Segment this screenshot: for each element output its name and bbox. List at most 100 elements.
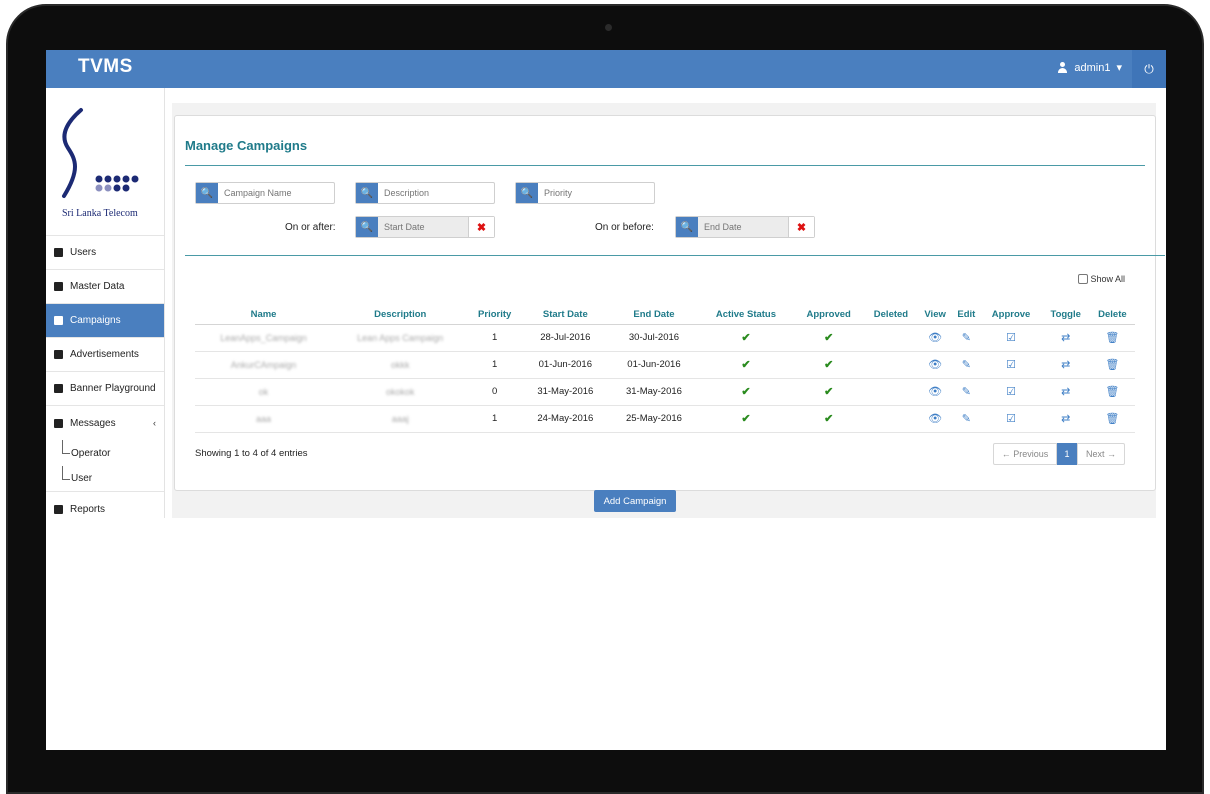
toggle-icon[interactable]: ⇄ <box>1041 351 1090 379</box>
sidebar-item-campaigns[interactable]: Campaigns <box>46 304 164 338</box>
cell-priority: 1 <box>468 405 521 433</box>
next-page-button[interactable]: Next → <box>1077 443 1125 465</box>
username: admin1 <box>1074 61 1111 74</box>
sidebar: Sri Lanka Telecom Users Master Data Camp… <box>46 88 165 518</box>
cell-end-date: 25-May-2016 <box>609 405 699 433</box>
start-date-input[interactable] <box>378 217 463 237</box>
pagination: ← Previous 1 Next → <box>993 443 1125 465</box>
toggle-icon[interactable]: ⇄ <box>1041 405 1090 433</box>
trash-icon[interactable]: 🗑 <box>1089 378 1135 406</box>
wrench-icon <box>54 384 63 393</box>
pencil-icon[interactable]: ✎ <box>952 324 981 352</box>
sidebar-item-banner-playground[interactable]: Banner Playground <box>46 372 164 406</box>
cell-deleted <box>863 378 919 406</box>
start-date-filter: 🔍 ✖ <box>355 216 495 238</box>
power-icon: ⏻ <box>1144 61 1154 76</box>
campaign-name-input[interactable] <box>218 183 328 203</box>
add-campaign-button[interactable]: Add Campaign <box>594 490 676 512</box>
cell-end-date: 30-Jul-2016 <box>609 324 699 352</box>
sidebar-item-label: Campaigns <box>70 315 121 326</box>
navbar: TVMS admin1 ▾ ⏻ <box>46 50 1166 88</box>
table-row: AnkurCAmpaign okkk 1 01-Jun-2016 01-Jun-… <box>195 351 1135 379</box>
show-all-label: Show All <box>1090 274 1125 284</box>
toggle-icon[interactable]: ⇄ <box>1041 378 1090 406</box>
sidebar-item-messages[interactable]: Messages ‹ <box>46 406 164 440</box>
eye-icon[interactable]: 👁 <box>918 405 953 433</box>
trash-icon[interactable]: 🗑 <box>1089 324 1135 352</box>
page-1-button[interactable]: 1 <box>1057 443 1077 465</box>
cell-description: okokok <box>332 378 469 406</box>
sidebar-item-users[interactable]: Users <box>46 236 164 270</box>
cell-priority: 0 <box>468 378 521 406</box>
entries-info: Showing 1 to 4 of 4 entries <box>195 448 308 459</box>
cell-start-date: 31-May-2016 <box>521 378 610 406</box>
toggle-icon[interactable]: ⇄ <box>1041 324 1090 352</box>
sidebar-subitem-operator[interactable]: Operator <box>46 440 164 466</box>
description-input[interactable] <box>378 183 488 203</box>
sidebar-subitem-user[interactable]: User <box>46 466 164 492</box>
cell-start-date: 28-Jul-2016 <box>521 324 610 352</box>
priority-input[interactable] <box>538 183 648 203</box>
eye-icon[interactable]: 👁 <box>918 351 953 379</box>
clear-start-date-button[interactable]: ✖ <box>468 217 494 237</box>
cell-priority: 1 <box>468 324 521 352</box>
check-icon: ✔ <box>698 351 794 379</box>
column-header[interactable]: Description <box>332 306 469 325</box>
cell-priority: 1 <box>468 351 521 379</box>
cell-description: okkk <box>332 351 469 379</box>
table-row: ok okokok 0 31-May-2016 31-May-2016 ✔ ✔ … <box>195 378 1135 406</box>
sidebar-item-label: Reports <box>70 503 106 515</box>
on-or-after-label: On or after: <box>285 222 336 233</box>
approve-icon[interactable]: ☑ <box>980 351 1042 379</box>
column-header: Toggle <box>1041 306 1090 325</box>
approve-icon[interactable]: ☑ <box>980 405 1042 433</box>
cell-end-date: 31-May-2016 <box>609 378 699 406</box>
column-header[interactable]: Name <box>195 306 333 325</box>
column-header[interactable]: Start Date <box>521 306 610 325</box>
search-icon: 🔍 <box>676 217 698 237</box>
app-title[interactable]: TVMS <box>78 56 133 78</box>
cell-start-date: 01-Jun-2016 <box>521 351 610 379</box>
column-header[interactable]: Deleted <box>863 306 919 325</box>
pencil-icon[interactable]: ✎ <box>952 405 981 433</box>
eye-icon[interactable]: 👁 <box>918 324 953 352</box>
show-all-toggle[interactable]: Show All <box>1078 274 1125 284</box>
user-menu[interactable]: admin1 ▾ <box>1057 61 1122 74</box>
cell-deleted <box>863 324 919 352</box>
search-icon: 🔍 <box>516 183 538 203</box>
sidebar-item-master-data[interactable]: Master Data <box>46 270 164 304</box>
approve-icon[interactable]: ☑ <box>980 324 1042 352</box>
logout-button[interactable]: ⏻ <box>1132 50 1166 88</box>
user-icon <box>54 248 63 257</box>
pencil-icon[interactable]: ✎ <box>952 378 981 406</box>
sidebar-item-advertisements[interactable]: Advertisements <box>46 338 164 372</box>
trash-icon[interactable]: 🗑 <box>1089 351 1135 379</box>
end-date-input[interactable] <box>698 217 783 237</box>
search-icon: 🔍 <box>356 217 378 237</box>
column-header[interactable]: End Date <box>609 306 699 325</box>
page-title: Manage Campaigns <box>185 138 308 153</box>
column-header[interactable]: Approved <box>793 306 864 325</box>
column-header[interactable]: Active Status <box>698 306 794 325</box>
campaigns-panel: Manage Campaigns 🔍 🔍 🔍 On or after: 🔍 ✖ … <box>174 115 1165 491</box>
table-row: LeanApps_Campaign Lean Apps Campaign 1 2… <box>195 324 1135 352</box>
previous-page-button[interactable]: ← Previous <box>993 443 1057 465</box>
column-header: View <box>918 306 953 325</box>
show-all-checkbox[interactable] <box>1078 274 1089 284</box>
approve-icon[interactable]: ☑ <box>980 378 1042 406</box>
bar-chart-icon <box>54 504 63 514</box>
column-header[interactable]: Priority <box>468 306 521 325</box>
cell-name: LeanApps_Campaign <box>195 324 333 352</box>
trash-icon[interactable]: 🗑 <box>1089 405 1135 433</box>
film-icon <box>54 350 63 359</box>
check-icon: ✔ <box>793 378 864 406</box>
sidebar-item-reports[interactable]: Reports <box>46 492 164 526</box>
sidebar-subitem-label: User <box>71 473 93 484</box>
eye-icon[interactable]: 👁 <box>918 378 953 406</box>
clear-end-date-button[interactable]: ✖ <box>788 217 814 237</box>
cell-deleted <box>863 351 919 379</box>
on-or-before-label: On or before: <box>595 222 654 233</box>
logo-text: Sri Lanka Telecom <box>62 208 138 219</box>
table-icon <box>54 282 63 291</box>
pencil-icon[interactable]: ✎ <box>952 351 981 379</box>
